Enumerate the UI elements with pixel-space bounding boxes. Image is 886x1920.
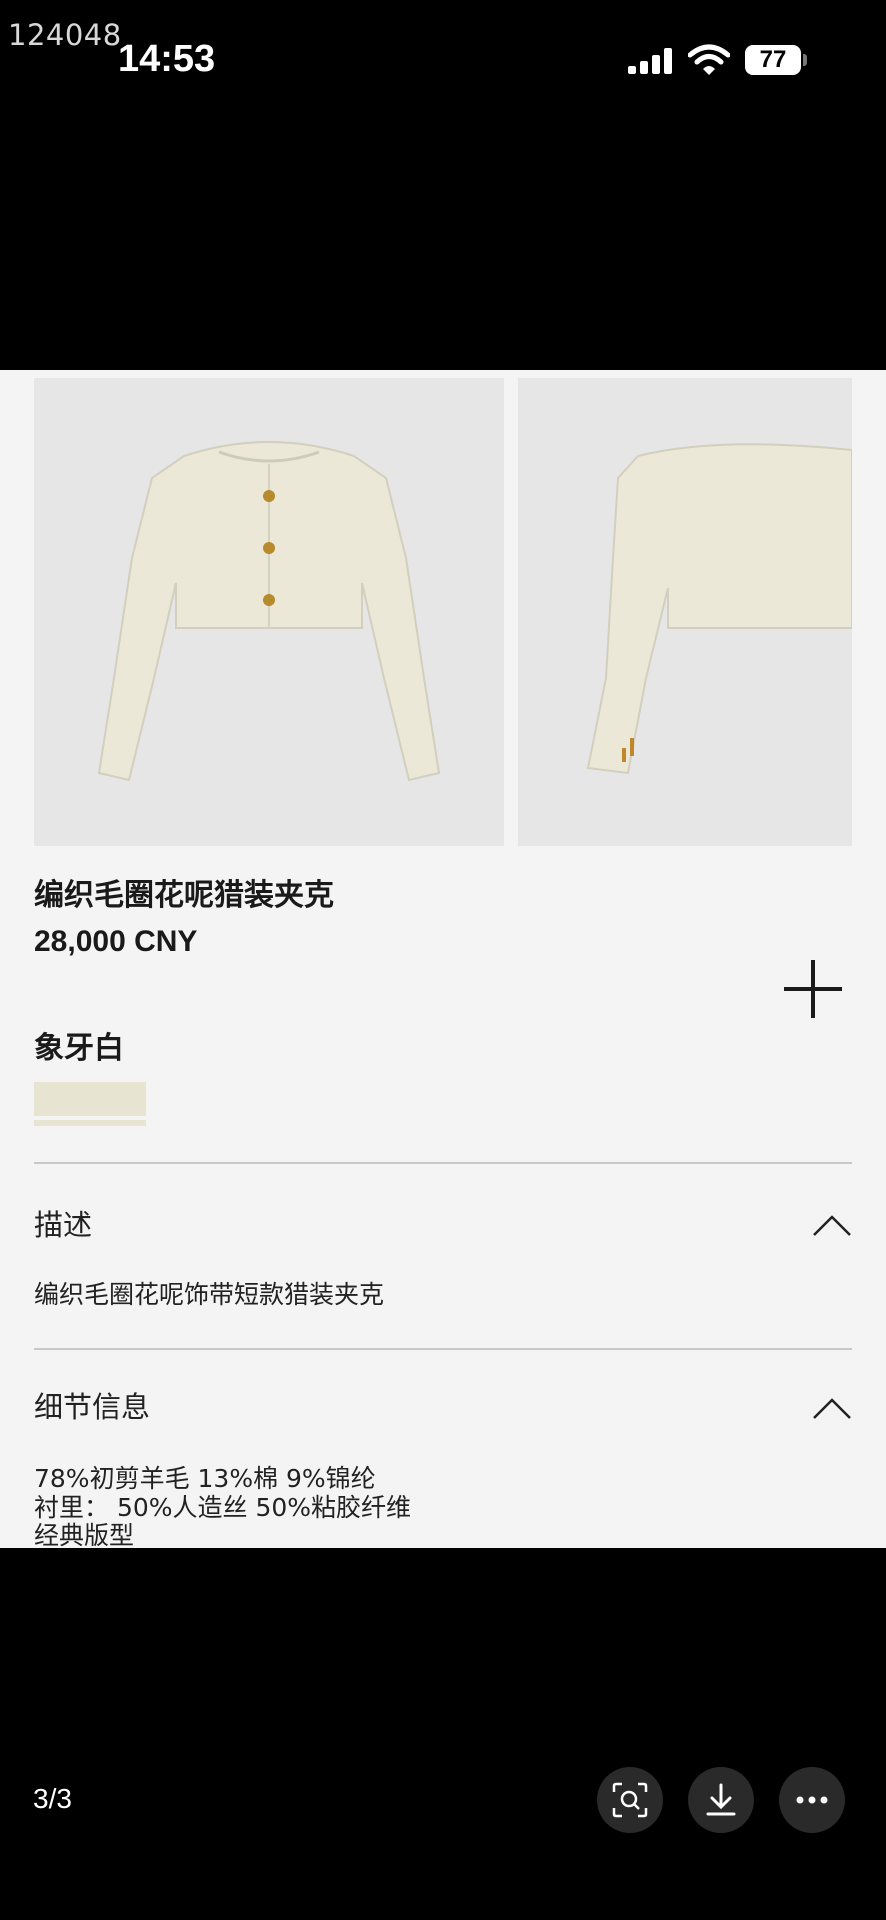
description-text: 编织毛圈花呢饰带短款猎装夹克 xyxy=(34,1280,385,1309)
product-title: 编织毛圈花呢猎装夹克 xyxy=(34,878,334,913)
page-indicator: 3/3 xyxy=(33,1783,72,1814)
color-name: 象牙白 xyxy=(34,1031,124,1066)
status-time: 14:53 xyxy=(118,38,216,80)
visual-search-icon xyxy=(612,1782,648,1818)
download-icon xyxy=(706,1783,736,1816)
battery-icon: 77 xyxy=(745,45,801,75)
details-line: 78%初剪羊毛 13%棉 9%锦纶 xyxy=(34,1464,376,1493)
chevron-up-icon[interactable] xyxy=(812,1213,852,1237)
details-line: 衬里： 50%人造丝 50%粘胶纤维 xyxy=(34,1493,412,1522)
jacket-front-illustration xyxy=(97,441,441,782)
swatch-selected-indicator xyxy=(34,1120,146,1126)
product-price: 28,000 CNY xyxy=(34,925,198,958)
divider xyxy=(34,1348,852,1350)
details-line: 经典版型 xyxy=(34,1521,135,1550)
jacket-back-illustration xyxy=(586,443,852,775)
battery-cap xyxy=(803,54,807,66)
visual-search-button[interactable] xyxy=(597,1767,663,1833)
color-swatch-ivory[interactable] xyxy=(34,1082,146,1126)
section-title-details[interactable]: 细节信息 xyxy=(34,1384,150,1426)
product-image-back[interactable] xyxy=(518,378,852,846)
wifi-icon xyxy=(688,44,730,75)
more-button[interactable] xyxy=(779,1767,845,1833)
status-bar: 14:53 77 xyxy=(0,0,886,120)
chevron-up-icon[interactable] xyxy=(812,1396,852,1420)
signal-icon xyxy=(628,48,674,74)
add-button[interactable] xyxy=(782,958,844,1020)
product-image-front[interactable] xyxy=(34,378,504,846)
battery-level: 77 xyxy=(759,46,787,73)
product-page: 编织毛圈花呢猎装夹克 28,000 CNY 象牙白 描述 编织毛圈花呢饰带短款猎… xyxy=(0,370,886,1550)
viewer-toolbar: 3/3 xyxy=(0,1740,886,1860)
swatch-fill xyxy=(34,1082,146,1116)
more-icon xyxy=(796,1796,828,1804)
download-button[interactable] xyxy=(688,1767,754,1833)
section-title-description[interactable]: 描述 xyxy=(34,1202,92,1244)
divider xyxy=(34,1162,852,1164)
